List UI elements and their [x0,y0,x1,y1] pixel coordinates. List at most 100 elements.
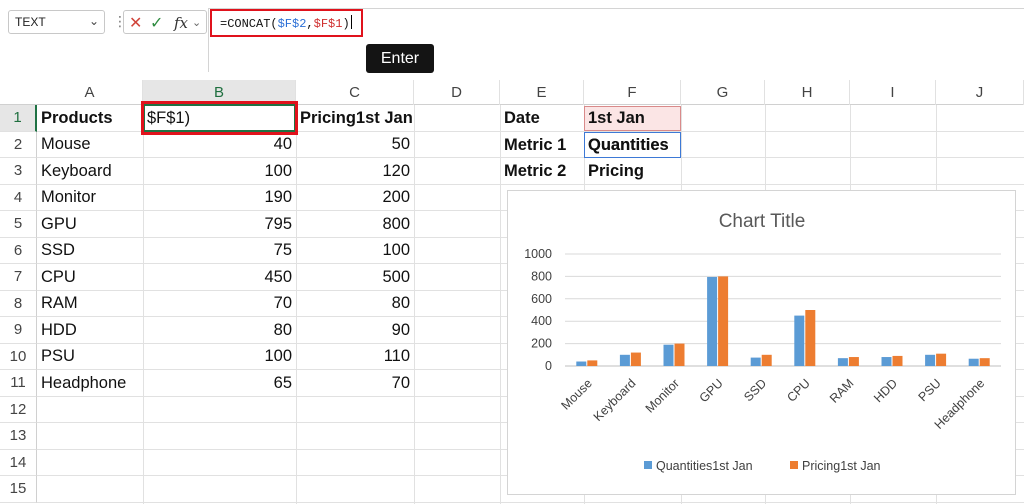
name-box-value: TEXT [15,15,46,29]
cell-a11[interactable]: Headphone [37,370,143,397]
cell-a9[interactable]: HDD [37,317,143,344]
column-header-d[interactable]: D [414,80,500,105]
cell-c4[interactable]: 200 [296,185,414,212]
chevron-down-icon[interactable]: ⌄ [89,14,99,28]
chevron-down-icon[interactable]: ⌄ [192,16,201,29]
cell-c3[interactable]: 120 [296,158,414,185]
column-header-h[interactable]: H [765,80,850,105]
cell-b7[interactable]: 450 [143,264,296,291]
bar-pricing-headphone[interactable] [979,358,990,366]
bar-pricing-ram[interactable] [848,357,859,366]
cell-a2[interactable]: Mouse [37,132,143,159]
formula-text[interactable]: =CONCAT($F$2,$F$1) [220,15,352,31]
bar-quantities-ssd[interactable] [750,357,761,366]
row-header-8[interactable]: 8 [0,290,37,317]
bar-quantities-monitor[interactable] [663,344,674,366]
column-header-c[interactable]: C [296,80,414,105]
column-header-f[interactable]: F [584,80,681,105]
insert-function-icon[interactable]: fx [174,14,188,32]
cell-b2[interactable]: 40 [143,132,296,159]
legend-pricing-swatch [790,461,798,469]
row-header-15[interactable]: 15 [0,476,37,503]
x-tick-label: RAM [827,376,857,406]
bar-quantities-mouse[interactable] [576,361,587,366]
column-header-e[interactable]: E [500,80,584,105]
bar-quantities-headphone[interactable] [968,358,979,366]
cell-a3[interactable]: Keyboard [37,158,143,185]
legend-quantities-label[interactable]: Quantities1st Jan [656,459,753,473]
cell-c11[interactable]: 70 [296,370,414,397]
cell-a4[interactable]: Monitor [37,185,143,212]
cell-c8[interactable]: 80 [296,291,414,318]
name-box[interactable]: TEXT ⌄ [8,10,105,34]
bar-quantities-gpu[interactable] [707,276,718,366]
row-header-5[interactable]: 5 [0,211,37,238]
legend-pricing-label[interactable]: Pricing1st Jan [802,459,881,473]
bar-pricing-gpu[interactable] [718,276,729,366]
row-header-9[interactable]: 9 [0,317,37,344]
cell-c1[interactable]: Pricing1st Jan [296,105,414,132]
bar-pricing-hdd[interactable] [892,355,903,366]
row-header-11[interactable]: 11 [0,370,37,397]
column-header-a[interactable]: A [37,80,143,105]
gridline [37,501,1024,503]
cell-b4[interactable]: 190 [143,185,296,212]
bar-quantities-ram[interactable] [837,358,848,366]
column-header-j[interactable]: J [936,80,1024,105]
cancel-icon[interactable]: ✕ [129,13,142,33]
cell-e2[interactable]: Metric 1 [500,132,584,159]
row-header-1[interactable]: 1 [0,105,37,132]
row-header-12[interactable]: 12 [0,396,37,423]
formula-suffix: ) [342,17,350,31]
bar-quantities-cpu[interactable] [794,315,805,366]
y-tick-label: 1000 [524,247,552,261]
row-header-3[interactable]: 3 [0,158,37,185]
row-header-13[interactable]: 13 [0,423,37,450]
cell-b3[interactable]: 100 [143,158,296,185]
confirm-icon[interactable]: ✓ [150,13,163,33]
bar-pricing-ssd[interactable] [761,354,772,366]
row-header-2[interactable]: 2 [0,131,37,158]
cell-c9[interactable]: 90 [296,317,414,344]
bar-pricing-mouse[interactable] [587,360,598,366]
clustered-column-chart[interactable]: Chart Title 0 200 400 600 800 1000 Mouse Keyboar… [507,190,1016,495]
cell-c5[interactable]: 800 [296,211,414,238]
cell-a8[interactable]: RAM [37,291,143,318]
cell-c6[interactable]: 100 [296,238,414,265]
cell-b11[interactable]: 65 [143,370,296,397]
cell-a1[interactable]: Products [37,105,143,132]
cell-c10[interactable]: 110 [296,344,414,371]
bar-quantities-keyboard[interactable] [619,354,630,366]
row-header-6[interactable]: 6 [0,237,37,264]
bar-pricing-monitor[interactable] [674,343,685,366]
cell-a6[interactable]: SSD [37,238,143,265]
row-header-14[interactable]: 14 [0,449,37,476]
bar-pricing-cpu[interactable] [805,310,816,366]
cell-b6[interactable]: 75 [143,238,296,265]
row-header-10[interactable]: 10 [0,343,37,370]
bar-quantities-psu[interactable] [925,354,936,366]
column-header-g[interactable]: G [681,80,765,105]
cell-b9[interactable]: 80 [143,317,296,344]
cell-b10[interactable]: 100 [143,344,296,371]
cell-a5[interactable]: GPU [37,211,143,238]
bar-quantities-hdd[interactable] [881,357,892,366]
bar-pricing-keyboard[interactable] [630,352,641,366]
cell-e1[interactable]: Date [500,105,584,132]
cell-a7[interactable]: CPU [37,264,143,291]
row-header-7[interactable]: 7 [0,264,37,291]
column-header-i[interactable]: I [850,80,936,105]
cell-c7[interactable]: 500 [296,264,414,291]
cell-e3[interactable]: Metric 2 [500,158,584,185]
formula-comma: , [306,17,314,31]
cell-c2[interactable]: 50 [296,132,414,159]
cell-b5[interactable]: 795 [143,211,296,238]
chart-title[interactable]: Chart Title [719,211,806,232]
x-tick-label: PSU [916,376,944,404]
bar-pricing-psu[interactable] [936,353,947,366]
y-tick-label: 800 [531,269,552,283]
cell-a10[interactable]: PSU [37,344,143,371]
row-header-4[interactable]: 4 [0,184,37,211]
cell-f3[interactable]: Pricing [584,158,681,185]
cell-b8[interactable]: 70 [143,291,296,318]
